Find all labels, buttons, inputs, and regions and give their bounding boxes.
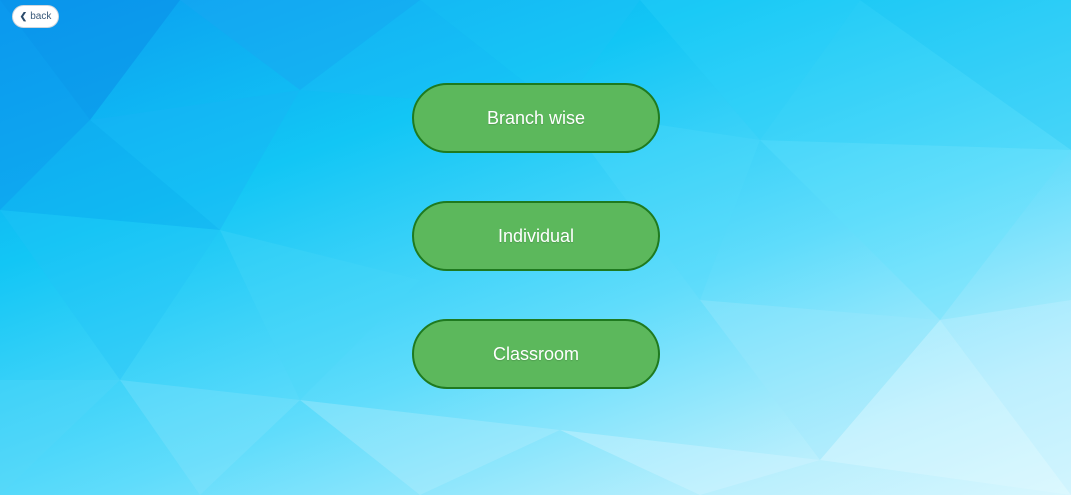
individual-button[interactable]: Individual <box>412 201 660 271</box>
classroom-button[interactable]: Classroom <box>412 319 660 389</box>
chevron-left-icon: ❮ <box>19 11 28 21</box>
back-button[interactable]: ❮ back <box>12 5 59 28</box>
individual-label: Individual <box>497 225 575 246</box>
branch-wise-button[interactable]: Branch wise <box>412 83 660 153</box>
classroom-label: Classroom <box>492 343 580 364</box>
branch-wise-label: Branch wise <box>486 107 586 128</box>
back-label: back <box>30 11 52 22</box>
app-screen: ❮ back Branch wise Individual Classroom <box>0 0 1071 495</box>
